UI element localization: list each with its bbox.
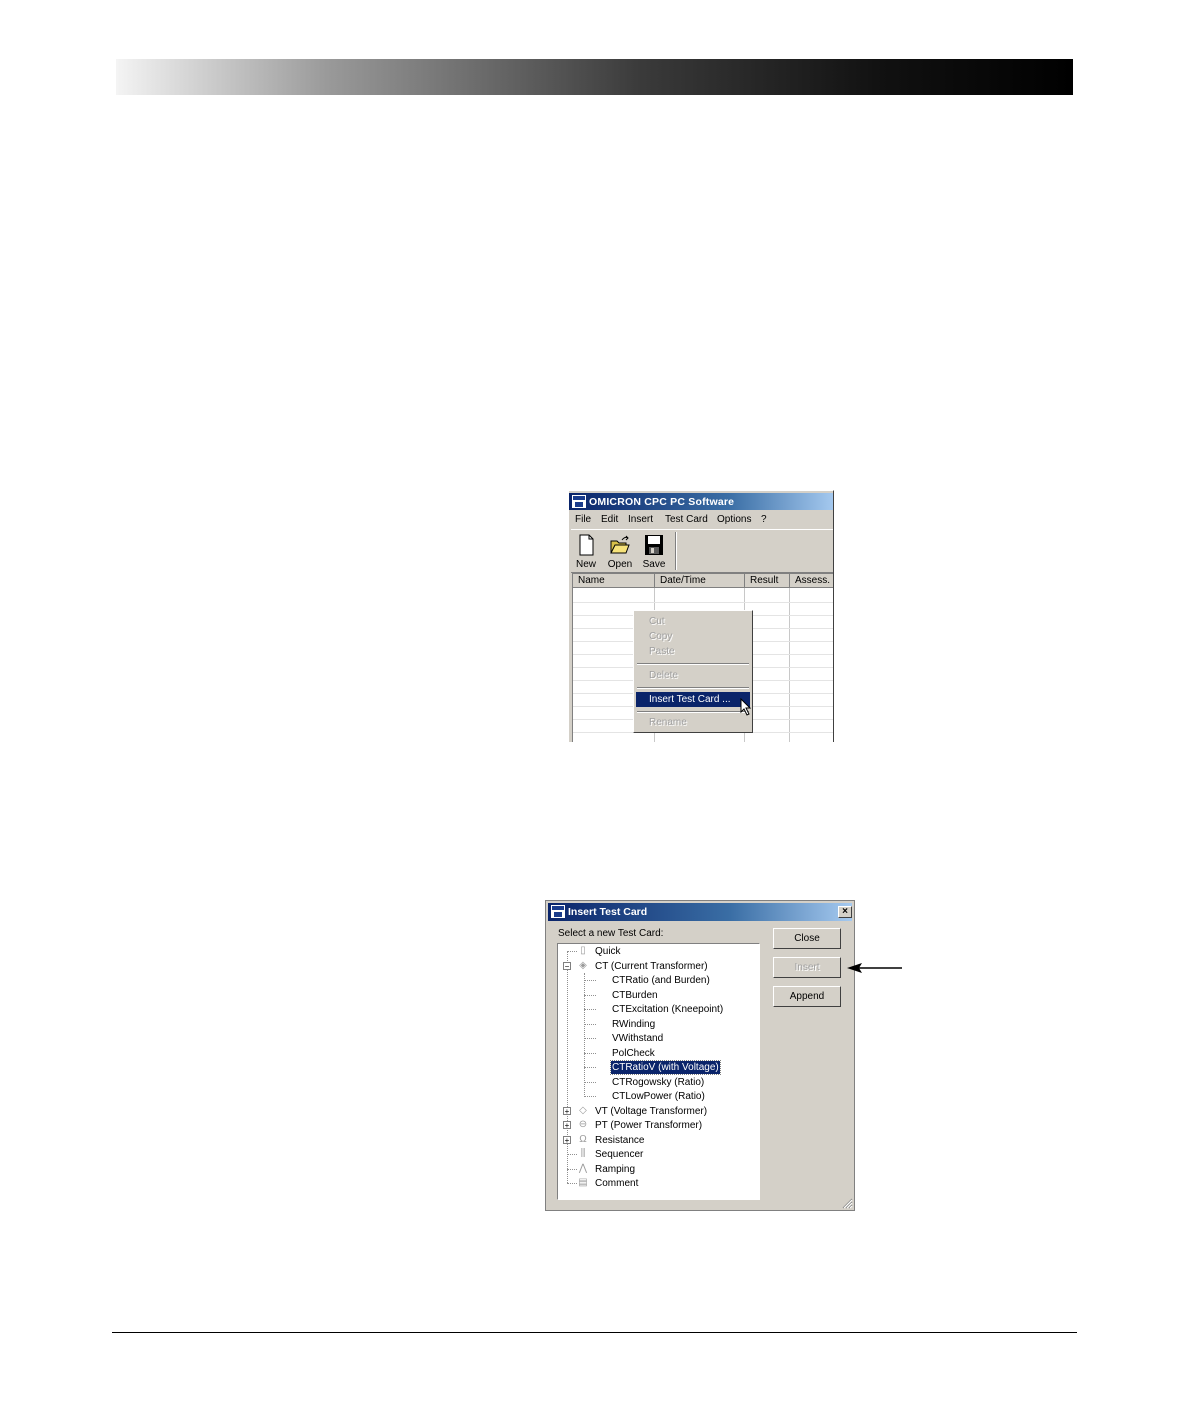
comment-icon: ▤ [578, 1177, 588, 1188]
open-folder-icon [610, 535, 630, 554]
column-header-date-time[interactable]: Date/Time [655, 574, 745, 588]
tree-item-quick[interactable]: Quick [595, 945, 621, 958]
toolbar-separator [675, 532, 677, 570]
context-menu: Cut Copy Paste Delete Insert Test Card .… [633, 610, 753, 733]
open-button[interactable]: Open [605, 532, 635, 570]
tree-item-pt[interactable]: PT (Power Transformer) [595, 1119, 702, 1132]
tree-line [584, 1067, 596, 1068]
tree-line [584, 1038, 596, 1039]
omicron-logo-icon [551, 905, 565, 918]
tree-item-sequencer[interactable]: Sequencer [595, 1148, 643, 1161]
insert-test-card-dialog: Insert Test Card × Select a new Test Car… [545, 900, 855, 1211]
tree-item-resistance[interactable]: Resistance [595, 1134, 644, 1147]
tree-item-ct-child[interactable]: CTRogowsky (Ratio) [612, 1076, 704, 1089]
expand-icon[interactable]: + [563, 1121, 571, 1130]
menu-item-paste[interactable]: Paste [636, 644, 750, 659]
tree-item-ct-child[interactable]: CTBurden [612, 989, 658, 1002]
menu-separator [637, 711, 749, 713]
sequencer-icon: ⫼ [580, 1148, 586, 1159]
collapse-icon[interactable]: − [563, 962, 571, 971]
menu-help[interactable]: ? [761, 514, 767, 525]
menu-bar: File Edit Insert Test Card Options ? [569, 512, 833, 528]
column-header-assess[interactable]: Assess. [790, 574, 833, 588]
tree-item-ct-child[interactable]: CTLowPower (Ratio) [612, 1090, 705, 1103]
menu-separator [637, 663, 749, 665]
menu-file[interactable]: File [575, 514, 591, 525]
tree-item-ct-child[interactable]: CTExcitation (Kneepoint) [612, 1003, 723, 1016]
close-button[interactable]: Close [773, 928, 841, 949]
append-button[interactable]: Append [773, 986, 841, 1007]
current-transformer-icon: ◈ [579, 960, 587, 971]
save-disk-icon [645, 535, 663, 555]
insert-button[interactable]: Insert [773, 957, 841, 978]
menu-item-cut[interactable]: Cut [636, 614, 750, 629]
footer-rule [112, 1332, 1077, 1333]
title-bar: OMICRON CPC PC Software [569, 493, 833, 510]
menu-item-copy[interactable]: Copy [636, 629, 750, 644]
menu-edit[interactable]: Edit [601, 514, 618, 525]
tree-line [567, 1154, 577, 1155]
ramping-icon: ⋀ [578, 1163, 588, 1174]
menu-item-delete[interactable]: Delete [636, 668, 750, 683]
menu-separator [637, 687, 749, 689]
toolbar: New Open Save [571, 529, 833, 573]
tree-line [584, 1096, 596, 1097]
menu-test-card[interactable]: Test Card [665, 514, 708, 525]
mouse-pointer-icon [740, 698, 752, 716]
tree-line [584, 973, 585, 1097]
power-transformer-icon: ⊖ [578, 1119, 588, 1130]
expand-icon[interactable]: + [563, 1107, 571, 1116]
tree-item-ct[interactable]: CT (Current Transformer) [595, 960, 708, 973]
menu-options[interactable]: Options [717, 514, 751, 525]
tree-line [584, 980, 596, 981]
save-label: Save [642, 559, 666, 570]
column-header-result[interactable]: Result [745, 574, 790, 588]
tree-line [584, 1024, 596, 1025]
tree-item-vt[interactable]: VT (Voltage Transformer) [595, 1105, 707, 1118]
header-gradient-bar [116, 59, 1073, 95]
tree-item-comment[interactable]: Comment [595, 1177, 638, 1190]
voltage-transformer-icon: ◇ [579, 1105, 587, 1116]
new-button[interactable]: New [571, 532, 601, 570]
tree-item-ramping[interactable]: Ramping [595, 1163, 635, 1176]
menu-item-insert-test-card[interactable]: Insert Test Card ... [636, 692, 750, 707]
close-icon[interactable]: × [838, 906, 852, 918]
select-prompt: Select a new Test Card: [558, 928, 664, 939]
callout-arrow-icon [847, 963, 902, 973]
tree-item-ct-child[interactable]: RWinding [612, 1018, 655, 1031]
open-label: Open [607, 559, 633, 570]
menu-insert[interactable]: Insert [628, 514, 653, 525]
expand-icon[interactable]: + [563, 1136, 571, 1145]
tree-item-ct-child-selected[interactable]: CTRatioV (with Voltage) [610, 1060, 721, 1075]
test-card-tree[interactable]: ▯ Quick − ◈ CT (Current Transformer) CTR… [557, 943, 760, 1200]
tree-line [567, 1169, 577, 1170]
dialog-title: Insert Test Card [568, 906, 648, 918]
tree-line [584, 1053, 596, 1054]
tree-line [584, 1009, 596, 1010]
tree-line [584, 1082, 596, 1083]
column-header-name[interactable]: Name [573, 574, 655, 588]
tree-line [567, 951, 577, 952]
tree-line [584, 995, 596, 996]
dialog-title-bar: Insert Test Card × [548, 903, 852, 921]
save-button[interactable]: Save [639, 532, 669, 570]
tree-item-ct-child[interactable]: CTRatio (and Burden) [612, 974, 710, 987]
menu-item-rename[interactable]: Rename [636, 715, 750, 730]
resistance-icon: Ω [579, 1134, 587, 1145]
new-label: New [575, 559, 596, 570]
tree-item-ct-child[interactable]: PolCheck [612, 1047, 655, 1060]
tree-item-ct-child[interactable]: VWithstand [612, 1032, 663, 1045]
new-document-icon [579, 534, 594, 556]
resize-grip-icon[interactable] [841, 1197, 853, 1209]
omicron-logo-icon [572, 495, 586, 508]
grid-line [573, 602, 833, 603]
tree-line [567, 951, 568, 1183]
tree-line [567, 1183, 577, 1184]
window-title: OMICRON CPC PC Software [589, 496, 735, 508]
quick-icon: ▯ [580, 945, 586, 956]
